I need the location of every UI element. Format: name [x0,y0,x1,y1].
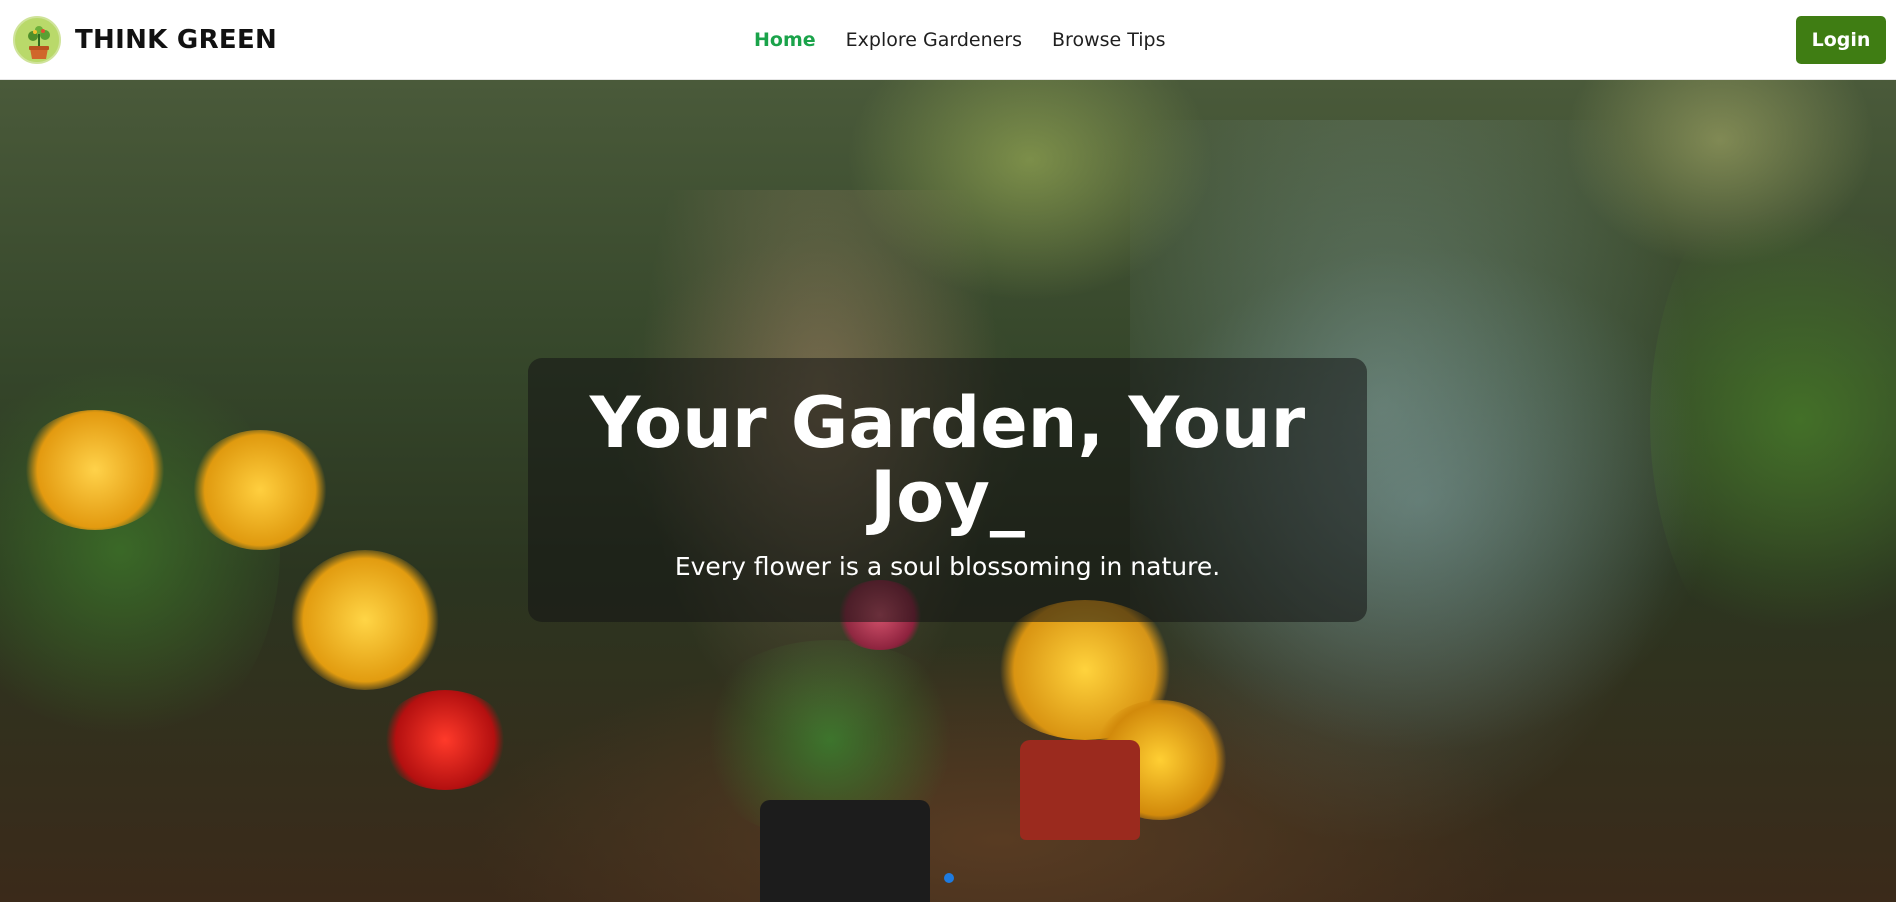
site-header: THINK GREEN Home Explore Gardeners Brows… [0,0,1896,80]
hero-banner: Your Garden, Your Joy_ Every flower is a… [0,80,1896,902]
brand[interactable]: THINK GREEN [13,15,278,64]
hero-title: Your Garden, Your Joy_ [589,382,1306,538]
flower [190,430,330,550]
main-nav: Home Explore Gardeners Browse Tips [754,0,1166,80]
brand-name: THINK GREEN [75,24,278,55]
login-button[interactable]: Login [1796,16,1886,64]
nav-explore-gardeners[interactable]: Explore Gardeners [846,29,1022,51]
foliage [0,340,280,760]
flower [290,550,440,690]
hero-subtitle: Every flower is a soul blossoming in nat… [674,552,1221,581]
nav-browse-tips[interactable]: Browse Tips [1052,29,1165,51]
flower-pot [1020,740,1140,840]
flower-pot [760,800,930,902]
carousel-indicator-dot[interactable] [944,873,954,883]
potted-plant-logo-icon [13,15,61,64]
hero-text-panel: Your Garden, Your Joy_ Every flower is a… [528,358,1367,622]
flower [380,690,510,790]
flower [20,410,170,530]
nav-home[interactable]: Home [754,29,816,51]
